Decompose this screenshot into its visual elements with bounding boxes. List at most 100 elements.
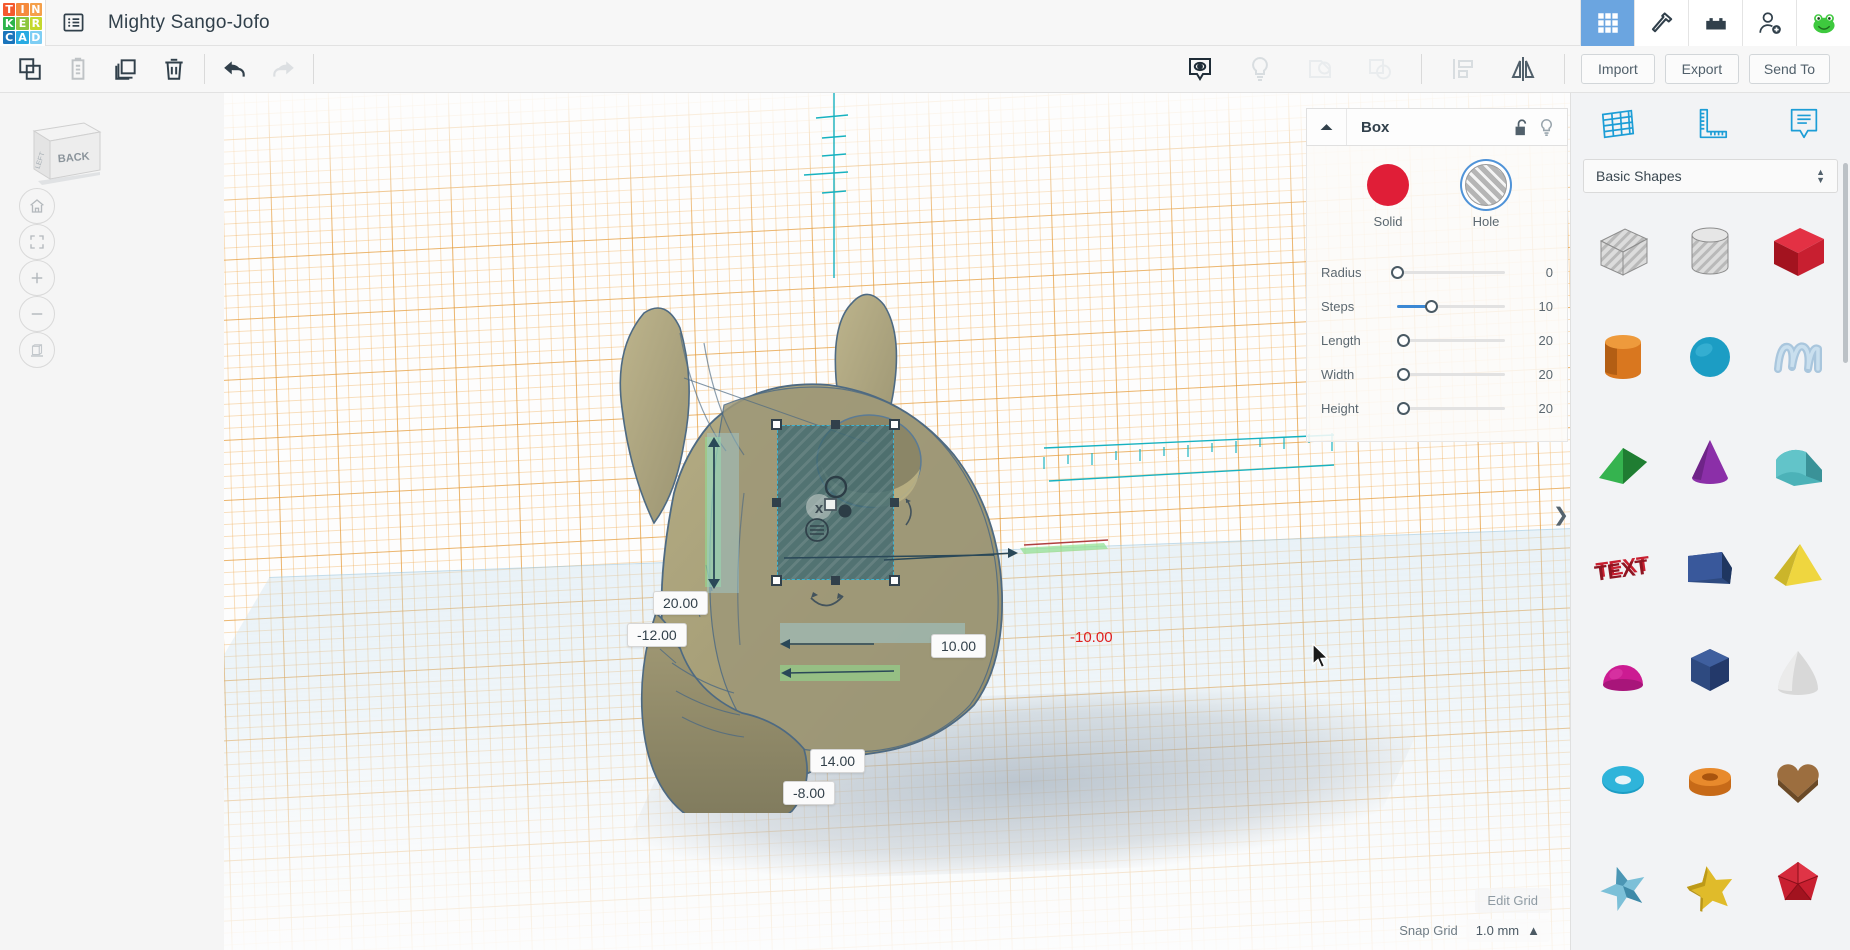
align-icon[interactable]	[1438, 46, 1488, 92]
delete-button[interactable]	[150, 46, 198, 92]
resize-handle-bottom[interactable]	[831, 576, 840, 585]
torus-shape[interactable]	[1579, 735, 1667, 823]
blocks-icon[interactable]	[1688, 0, 1742, 46]
resize-handle-top-right[interactable]	[889, 419, 900, 430]
resize-handle-right[interactable]	[890, 498, 899, 507]
resize-handle-bottom-right[interactable]	[889, 575, 900, 586]
length-dimension-label[interactable]: 14.00	[810, 749, 865, 773]
fit-to-view-button[interactable]	[19, 224, 55, 260]
x-position-label[interactable]: -10.00	[1061, 626, 1122, 649]
edit-grid-button[interactable]: Edit Grid	[1475, 888, 1550, 913]
undo-button[interactable]	[211, 46, 259, 92]
lightbulb-icon[interactable]	[1235, 46, 1285, 92]
frog-avatar-icon[interactable]	[1796, 0, 1850, 46]
cone-shape[interactable]	[1667, 418, 1755, 506]
design-grid-icon[interactable]	[1580, 0, 1634, 46]
copy-button[interactable]	[6, 46, 54, 92]
rotate-handle-bottom[interactable]	[807, 586, 847, 610]
resize-handle-left[interactable]	[772, 498, 781, 507]
y-position-label[interactable]: -8.00	[783, 781, 835, 805]
cylinder-hole-shape[interactable]	[1667, 207, 1755, 295]
height-dimension-label[interactable]: 20.00	[653, 591, 708, 615]
width-slider[interactable]	[1389, 364, 1513, 384]
resize-handle-bottom-left[interactable]	[771, 575, 782, 586]
unlock-icon[interactable]	[1513, 118, 1530, 137]
half-cylinder-shape[interactable]	[1754, 418, 1842, 506]
hammer-icon[interactable]	[1634, 0, 1688, 46]
hole-swatch[interactable]	[1465, 164, 1507, 206]
steps-slider[interactable]	[1389, 296, 1513, 316]
logo-letter-c: C	[3, 31, 15, 44]
wedge-shape[interactable]	[1667, 524, 1755, 612]
view-cube[interactable]: BACK LEFT	[22, 115, 102, 191]
logo-letter-a: A	[16, 31, 28, 44]
paste-button[interactable]	[54, 46, 102, 92]
steps-label: Steps	[1321, 299, 1383, 314]
shape-category-dropdown[interactable]: Basic Shapes ▲▼	[1583, 159, 1838, 193]
dome-shape[interactable]	[1579, 629, 1667, 717]
chevron-up-icon[interactable]	[1307, 109, 1347, 145]
steps-value[interactable]: 10	[1519, 299, 1553, 314]
ruler-tab[interactable]	[1692, 105, 1730, 143]
send-to-button[interactable]: Send To	[1749, 54, 1830, 84]
star-shape[interactable]	[1667, 840, 1755, 928]
ungroup-icon[interactable]	[1355, 46, 1405, 92]
z-position-label[interactable]: -12.00	[627, 623, 687, 647]
workplane-tab[interactable]	[1599, 105, 1637, 143]
group-icon[interactable]	[1295, 46, 1345, 92]
home-view-button[interactable]	[19, 188, 55, 224]
add-person-icon[interactable]	[1742, 0, 1796, 46]
note-tab[interactable]	[1785, 105, 1823, 143]
roof-shape[interactable]	[1579, 418, 1667, 506]
shapes-tabs	[1571, 93, 1850, 155]
rotate-handle-right[interactable]	[902, 495, 920, 529]
radius-value[interactable]: 0	[1519, 265, 1553, 280]
import-button[interactable]: Import	[1581, 54, 1655, 84]
zoom-in-button[interactable]	[19, 260, 55, 296]
length-value[interactable]: 20	[1519, 333, 1553, 348]
paraboloid-shape[interactable]	[1754, 629, 1842, 717]
polygon-shape[interactable]	[1667, 629, 1755, 717]
shapes-scrollbar[interactable]	[1843, 163, 1848, 363]
zoom-out-button[interactable]	[19, 296, 55, 332]
height-slider[interactable]	[1389, 398, 1513, 418]
solid-option[interactable]: Solid	[1367, 164, 1409, 229]
scribble-shape[interactable]	[1754, 313, 1842, 401]
tinkercad-logo[interactable]: TINKERCAD	[0, 0, 46, 46]
export-button[interactable]: Export	[1665, 54, 1739, 84]
resize-handle-top[interactable]	[831, 420, 840, 429]
width-dimension-label[interactable]: 10.00	[931, 634, 986, 658]
toolbar-divider-4	[1564, 54, 1565, 84]
list-menu-icon[interactable]	[46, 0, 100, 46]
box-hole-shape[interactable]	[1579, 207, 1667, 295]
panel-collapse-chevron[interactable]: ❯	[1552, 498, 1570, 532]
tube-shape[interactable]	[1667, 735, 1755, 823]
resize-handle-top-left[interactable]	[771, 419, 782, 430]
selected-box-object[interactable]: x	[777, 425, 894, 580]
duplicate-button[interactable]	[102, 46, 150, 92]
snap-grid-dropdown[interactable]: 1.0 mm ▲	[1466, 919, 1550, 942]
lightbulb-icon[interactable]	[1538, 118, 1555, 137]
length-slider[interactable]	[1389, 330, 1513, 350]
box-shape[interactable]	[1754, 207, 1842, 295]
star-3d-shape[interactable]	[1579, 840, 1667, 928]
cylinder-shape[interactable]	[1579, 313, 1667, 401]
perspective-toggle-button[interactable]	[19, 332, 55, 368]
heart-shape[interactable]	[1754, 735, 1842, 823]
logo-letter-i: I	[16, 3, 28, 16]
radius-slider[interactable]	[1389, 262, 1513, 282]
document-title[interactable]: Mighty Sango-Jofo	[108, 12, 270, 34]
solid-swatch[interactable]	[1367, 164, 1409, 206]
text-shape[interactable]: TEXT TEXT	[1579, 524, 1667, 612]
redo-button[interactable]	[259, 46, 307, 92]
pyramid-shape[interactable]	[1754, 524, 1842, 612]
height-value[interactable]: 20	[1519, 401, 1553, 416]
hole-option[interactable]: Hole	[1465, 164, 1507, 229]
sphere-shape[interactable]	[1667, 313, 1755, 401]
mirror-icon[interactable]	[1498, 46, 1548, 92]
width-value[interactable]: 20	[1519, 367, 1553, 382]
snap-grid-row: Snap Grid 1.0 mm ▲	[1399, 919, 1550, 942]
polyhedron-shape[interactable]	[1754, 840, 1842, 928]
top-bar: TINKERCAD Mighty Sango-Jofo	[0, 0, 1850, 46]
show-hide-icon[interactable]	[1175, 46, 1225, 92]
